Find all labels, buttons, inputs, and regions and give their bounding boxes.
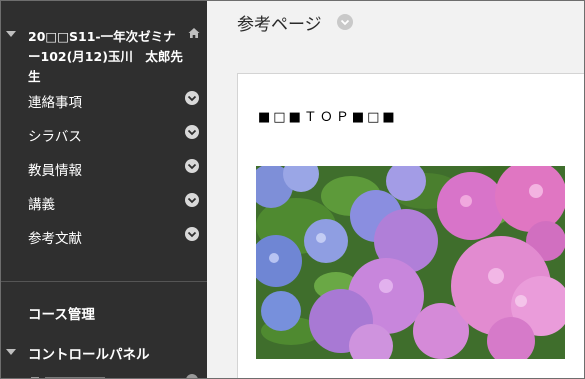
hydrangea-photo <box>256 166 565 359</box>
sidebar-item-announcements[interactable]: 連絡事項 <box>1 85 207 113</box>
course-header[interactable]: 20□□S11-一年次ゼミナー102(月12)玉川 太郎先生 <box>1 19 207 84</box>
sidebar-item-label: シラバス <box>28 129 82 145</box>
sidebar-divider <box>1 281 207 282</box>
sidebar-item-label: 講義 <box>28 197 55 213</box>
content-item: ■□■ＴＯＰ■□■ <box>237 73 584 378</box>
content-area: 参考ページ ■□■ＴＯＰ■□■ <box>207 1 584 378</box>
sidebar-item-label: 参考文献 <box>28 231 82 247</box>
window-frame: 20□□S11-一年次ゼミナー102(月12)玉川 太郎先生 連絡事項 シラバス… <box>0 0 585 379</box>
chevron-down-icon[interactable] <box>185 125 199 139</box>
chevron-down-icon[interactable] <box>185 193 199 207</box>
sidebar-item-label: 教員情報 <box>28 163 82 179</box>
course-sidebar: 20□□S11-一年次ゼミナー102(月12)玉川 太郎先生 連絡事項 シラバス… <box>1 1 207 378</box>
clipped-menu-row <box>31 374 198 378</box>
sidebar-item-syllabus[interactable]: シラバス <box>1 119 207 147</box>
chevron-down-icon[interactable] <box>185 227 199 241</box>
home-icon[interactable] <box>188 27 200 39</box>
collapse-caret-icon[interactable] <box>6 31 16 37</box>
page-title: 参考ページ <box>237 15 322 35</box>
sidebar-item-label: 連絡事項 <box>28 95 82 111</box>
chevron-down-icon[interactable] <box>185 91 199 105</box>
course-management-heading[interactable]: コース管理 <box>28 303 95 323</box>
chevron-down-icon[interactable] <box>337 14 353 30</box>
course-title[interactable]: 20□□S11-一年次ゼミナー102(月12)玉川 太郎先生 <box>28 27 188 87</box>
control-panel-heading[interactable]: コントロールパネル <box>28 343 150 363</box>
top-banner-text: ■□■ＴＯＰ■□■ <box>258 110 398 125</box>
sidebar-item-references[interactable]: 参考文献 <box>1 221 207 249</box>
chevron-down-icon[interactable] <box>185 159 199 173</box>
sidebar-item-faculty-info[interactable]: 教員情報 <box>1 153 207 181</box>
collapse-caret-icon[interactable] <box>6 349 16 355</box>
sidebar-item-lectures[interactable]: 講義 <box>1 187 207 215</box>
